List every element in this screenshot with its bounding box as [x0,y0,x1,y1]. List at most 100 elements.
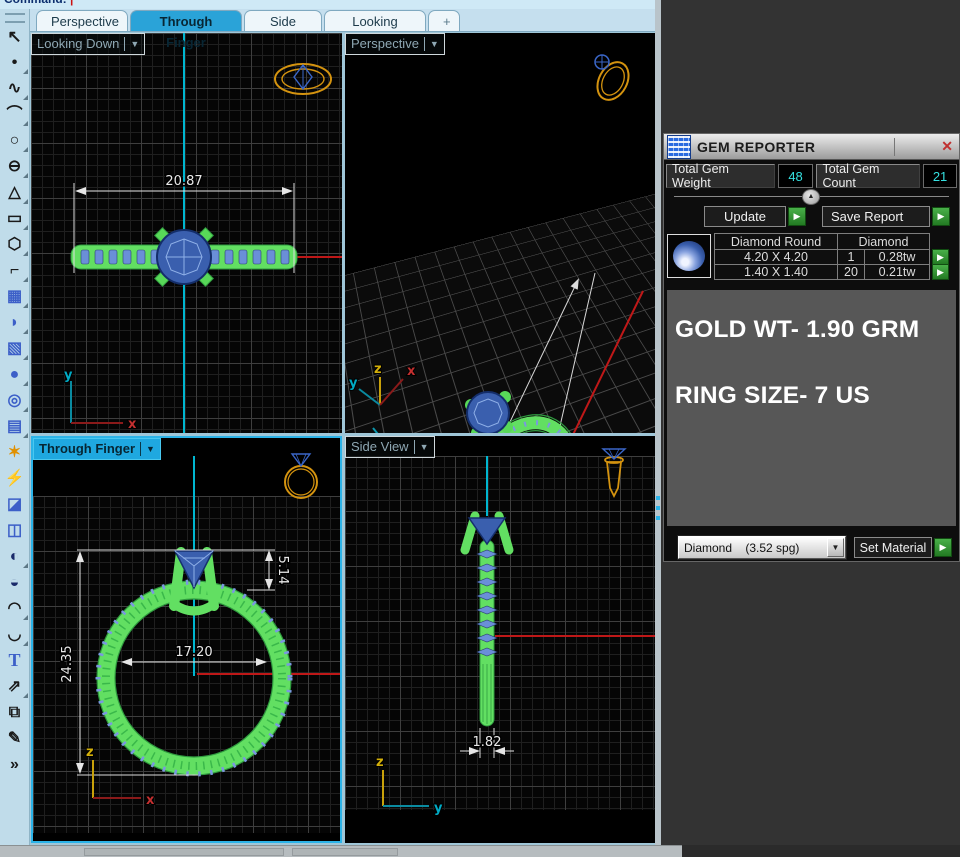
gem-reporter-panel: GEM REPORTER ✕ Total Gem Weight 48 Total… [663,133,960,562]
gem-thumbnail [667,234,711,278]
tab-through-finger[interactable]: Through Finger [130,10,242,31]
flyout-indicator [23,225,28,230]
circle-tool-icon[interactable]: ○ [2,128,28,153]
save-report-button[interactable]: Save Report [822,206,930,227]
tab-looking-down[interactable]: Looking Down [324,10,426,31]
chevron-down-icon[interactable]: ▼ [130,34,139,54]
more-tools-icon[interactable]: » [2,752,28,777]
tab-side-view[interactable]: Side View [244,10,322,31]
polygon-tool-glyph: ⬡ [8,236,22,253]
gem-row-size[interactable]: 4.20 X 4.20 [714,249,838,265]
total-gem-weight-label: Total Gem Weight [666,164,775,188]
torus-tool-icon[interactable]: ◎ [2,388,28,413]
panel-scroll-strip[interactable] [655,0,661,845]
viewport-label-text: Perspective [351,34,419,54]
viewport-label-looking-down[interactable]: Looking Down ▼ [31,33,145,55]
collapse-button[interactable]: ▲ [802,189,820,205]
ellipse-tool-icon[interactable]: ⊖ [2,154,28,179]
tab-add-icon[interactable]: + [428,10,460,31]
scroll-tick [656,506,660,510]
set-material-button[interactable]: Set Material [854,537,932,558]
viewport-looking-down[interactable]: 20.87 y x Looking Down ▼ [31,33,342,433]
gem-reporter-titlebar[interactable]: GEM REPORTER ✕ [664,134,959,160]
mesh-tool-icon[interactable]: ▤ [2,414,28,439]
curved-surface-tool-icon[interactable]: ◗ [2,310,28,335]
viewport-side-view[interactable]: 1.82 z y Side View ▼ [345,436,659,843]
chevron-down-icon[interactable]: ▼ [420,437,429,457]
axis-z-label: z [374,362,382,377]
dim-shank-label: 1.82 [473,735,502,750]
viewport-label-text: Side View [351,437,409,457]
flyout-indicator [23,641,28,646]
gem-row-weight[interactable]: 0.28tw [864,249,930,265]
viewport-label-through-finger[interactable]: Through Finger ▼ [33,438,161,460]
arc-tool-icon[interactable]: ⌒ [2,102,28,127]
flyout-indicator [23,95,28,100]
material-select-value: Diamond (3.52 spg) [679,541,827,555]
explode-tool-icon[interactable]: ✶ [2,440,28,465]
viewport-label-perspective[interactable]: Perspective ▼ [345,33,445,55]
viewport-through-finger[interactable]: 5.14 24.35 17.20 z x Through Finger ▼ [31,436,342,843]
axis-x-label: x [407,364,416,379]
dim-inner-label: 17.20 [175,645,212,660]
gem-row-weight[interactable]: 0.21tw [864,264,930,280]
cplane-x-axis-line [495,291,643,433]
move-tool-icon[interactable]: ⇗ [2,674,28,699]
tab-perspective[interactable]: Perspective [36,10,128,31]
box-tool-icon[interactable]: ▧ [2,336,28,361]
axis-indicator: z y [376,755,443,816]
close-icon[interactable]: ✕ [941,138,953,155]
gem-row-count[interactable]: 20 [837,264,865,280]
total-gem-count-value: 21 [923,164,957,188]
gold-weight-note: GOLD WT- 1.90 GRM [675,316,956,344]
center-stone-top [155,228,214,287]
ring-3d [427,395,607,433]
circles-tool-icon[interactable]: ◒ [2,570,28,595]
sphere-tool-icon[interactable]: ● [2,362,28,387]
boolean-tool-icon[interactable]: ◐ [2,544,28,569]
viewport-perspective[interactable]: 20.87 17.20 z y x Perspective ▼ [345,33,659,433]
gem-row-count[interactable]: 1 [837,249,865,265]
cone-tool-icon[interactable]: △ [2,180,28,205]
viewport-label-side-view[interactable]: Side View ▼ [345,436,435,458]
chevron-down-icon[interactable]: ▼ [430,34,439,54]
select-arrow-icon[interactable]: ↖ [2,24,28,49]
rebuild-tool-icon[interactable]: ◡ [2,622,28,647]
copy-tool-icon[interactable]: ⧉ [2,700,28,725]
update-play-icon[interactable]: ▶ [788,207,806,226]
trim-tool-glyph: ◪ [7,496,22,513]
flyout-indicator [23,329,28,334]
text-tool-icon[interactable]: T [2,648,28,673]
gem-row-size[interactable]: 1.40 X 1.40 [714,264,838,280]
circle-tool-glyph: ○ [10,132,20,149]
annotate-tool-icon[interactable]: ✎ [2,726,28,751]
split-tool-icon[interactable]: ◫ [2,518,28,543]
lightning-tool-icon[interactable]: ⚡ [2,466,28,491]
flyout-indicator [23,407,28,412]
toolbar-grip[interactable] [5,13,25,23]
corner-tool-icon[interactable]: ⌐ [2,258,28,283]
curve-tool-icon[interactable]: ∿ [2,76,28,101]
point-tool-icon[interactable]: • [2,50,28,75]
save-report-play-icon[interactable]: ▶ [932,207,950,226]
trim-tool-icon[interactable]: ◪ [2,492,28,517]
rectangle-tool-icon[interactable]: ▭ [2,206,28,231]
center-stone-3d [465,391,513,433]
select-arrow-glyph: ↖ [7,27,21,46]
gem-col-material-header: Diamond [837,233,930,250]
status-bar-left [0,845,682,857]
set-material-play-icon[interactable]: ▶ [934,538,952,557]
polygon-tool-icon[interactable]: ⬡ [2,232,28,257]
chevron-down-icon[interactable]: ▼ [827,538,844,557]
gem-row-play-icon[interactable]: ▶ [932,249,949,265]
chevron-down-icon[interactable]: ▼ [146,439,155,459]
ring-side-profile [465,516,509,726]
blend-tool-icon[interactable]: ◠ [2,596,28,621]
surface-tool-icon[interactable]: ▦ [2,284,28,309]
material-select[interactable]: Diamond (3.52 spg) ▼ [678,536,846,559]
flyout-indicator [23,693,28,698]
update-button[interactable]: Update [704,206,786,227]
gem-row-play-icon[interactable]: ▶ [932,264,949,280]
command-prompt-text: Command: [4,0,67,6]
axis-z-label: z [86,745,94,760]
